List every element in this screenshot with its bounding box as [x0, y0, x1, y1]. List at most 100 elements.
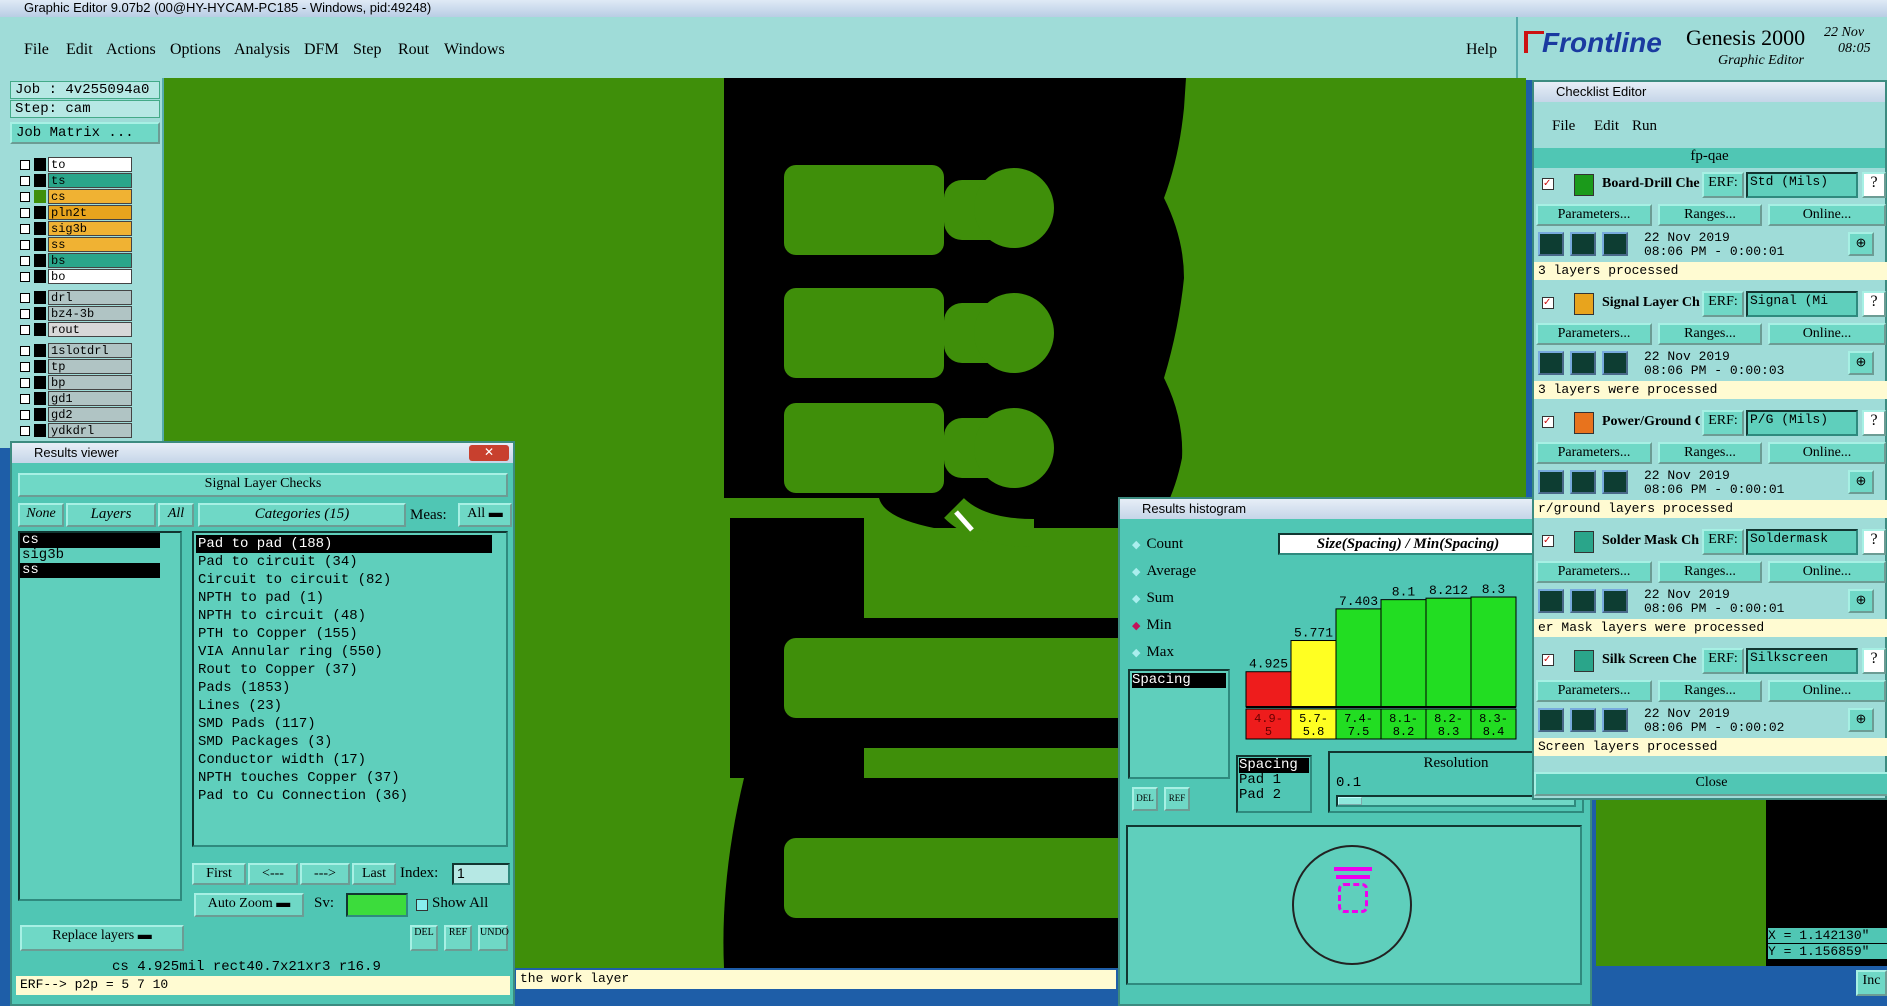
- layer-row[interactable]: gd1: [16, 391, 132, 406]
- layer-result-item[interactable]: sig3b: [20, 548, 160, 563]
- run-all-icon[interactable]: [1602, 351, 1628, 375]
- categories-tab[interactable]: Categories (15): [198, 503, 406, 527]
- layer-row[interactable]: drl: [16, 290, 132, 305]
- layer-name[interactable]: pln2t: [48, 205, 132, 220]
- layer-name[interactable]: sig3b: [48, 221, 132, 236]
- layer-name[interactable]: rout: [48, 322, 132, 337]
- layer-checkbox[interactable]: [20, 378, 30, 388]
- category-list[interactable]: Pad to pad (188) Pad to circuit (34) Circu…: [192, 531, 508, 847]
- run-icon[interactable]: [1538, 589, 1564, 613]
- measure-list[interactable]: Spacing: [1128, 669, 1230, 779]
- category-item[interactable]: NPTH to pad (1): [196, 589, 492, 607]
- category-item[interactable]: Pad to pad (188): [196, 535, 492, 553]
- layer-row[interactable]: 1slotdrl: [16, 343, 132, 358]
- layer-row[interactable]: tp: [16, 359, 132, 374]
- layer-name[interactable]: bp: [48, 375, 132, 390]
- last-button[interactable]: Last: [352, 863, 396, 885]
- layer-name[interactable]: tp: [48, 359, 132, 374]
- job-matrix-button[interactable]: Job Matrix ...: [10, 122, 160, 144]
- cl-menu-run[interactable]: Run: [1632, 118, 1657, 135]
- select-all-button[interactable]: All: [158, 503, 194, 527]
- menu-help[interactable]: Help: [1466, 41, 1497, 59]
- run-selected-icon[interactable]: [1570, 589, 1596, 613]
- histogram-bar[interactable]: [1380, 599, 1427, 708]
- histogram-bar[interactable]: [1425, 597, 1472, 708]
- menu-actions[interactable]: Actions: [106, 41, 156, 59]
- close-icon[interactable]: ✕: [469, 445, 509, 461]
- layer-checkbox[interactable]: [20, 346, 30, 356]
- option-sum[interactable]: ◆ Sum: [1132, 589, 1174, 607]
- erf-field[interactable]: Silkscreen: [1746, 648, 1858, 674]
- parameters-button[interactable]: Parameters...: [1536, 323, 1652, 345]
- ranges-button[interactable]: Ranges...: [1658, 204, 1762, 226]
- layer-checkbox[interactable]: [20, 240, 30, 250]
- run-all-icon[interactable]: [1602, 470, 1628, 494]
- layer-row[interactable]: ss: [16, 237, 132, 252]
- select-none-button[interactable]: None: [18, 503, 64, 527]
- layer-row[interactable]: bo: [16, 269, 132, 284]
- menu-file[interactable]: File: [24, 41, 49, 59]
- zoom-icon[interactable]: ⊕: [1848, 470, 1874, 494]
- replace-layers-dropdown[interactable]: Replace layers ▬: [20, 925, 184, 951]
- action-name[interactable]: Power/Ground C: [1602, 414, 1700, 430]
- ranges-button[interactable]: Ranges...: [1658, 442, 1762, 464]
- parameters-button[interactable]: Parameters...: [1536, 442, 1652, 464]
- run-icon[interactable]: [1538, 232, 1564, 256]
- layer-name[interactable]: 1slotdrl: [48, 343, 132, 358]
- layer-results-list[interactable]: cs sig3b ss: [18, 531, 182, 901]
- meas-dropdown[interactable]: All ▬: [458, 503, 512, 527]
- action-name[interactable]: Solder Mask Ch: [1602, 533, 1700, 549]
- layer-result-item[interactable]: cs: [20, 533, 160, 548]
- option-count[interactable]: ◆ Count: [1132, 535, 1183, 553]
- layer-checkbox[interactable]: [20, 160, 30, 170]
- category-item[interactable]: NPTH to circuit (48): [196, 607, 492, 625]
- action-checkbox[interactable]: ✓: [1542, 535, 1554, 547]
- layer-row[interactable]: ts: [16, 173, 132, 188]
- online-button[interactable]: Online...: [1768, 323, 1886, 345]
- prev-button[interactable]: <---: [248, 863, 298, 885]
- menu-analysis[interactable]: Analysis: [234, 41, 290, 59]
- run-all-icon[interactable]: [1602, 589, 1628, 613]
- online-button[interactable]: Online...: [1768, 561, 1886, 583]
- ranges-button[interactable]: Ranges...: [1658, 323, 1762, 345]
- show-all-checkbox[interactable]: [416, 899, 428, 911]
- help-icon[interactable]: ?: [1862, 291, 1886, 317]
- layer-row[interactable]: bs: [16, 253, 132, 268]
- layer-name[interactable]: bo: [48, 269, 132, 284]
- layer-name[interactable]: ss: [48, 237, 132, 252]
- ranges-button[interactable]: Ranges...: [1658, 561, 1762, 583]
- run-icon[interactable]: [1538, 351, 1564, 375]
- run-icon[interactable]: [1538, 708, 1564, 732]
- layer-row[interactable]: bp: [16, 375, 132, 390]
- category-item[interactable]: PTH to Copper (155): [196, 625, 492, 643]
- online-button[interactable]: Online...: [1768, 204, 1886, 226]
- resolution-slider-thumb[interactable]: [1338, 797, 1362, 805]
- layer-row[interactable]: sig3b: [16, 221, 132, 236]
- selection-item[interactable]: Pad 2: [1239, 788, 1309, 803]
- index-input[interactable]: 1: [452, 863, 510, 885]
- next-button[interactable]: --->: [300, 863, 350, 885]
- action-checkbox[interactable]: ✓: [1542, 178, 1554, 190]
- layer-row[interactable]: pln2t: [16, 205, 132, 220]
- layer-checkbox[interactable]: [20, 309, 30, 319]
- erf-field[interactable]: Signal (Mi: [1746, 291, 1858, 317]
- sv-color-dropdown[interactable]: [346, 893, 408, 917]
- category-item[interactable]: Lines (23): [196, 697, 492, 715]
- hist-ref-button[interactable]: REF: [1164, 787, 1190, 811]
- ranges-button[interactable]: Ranges...: [1658, 680, 1762, 702]
- run-selected-icon[interactable]: [1570, 351, 1596, 375]
- run-icon[interactable]: [1538, 470, 1564, 494]
- layer-checkbox[interactable]: [20, 362, 30, 372]
- erf-field[interactable]: Std (Mils): [1746, 172, 1858, 198]
- layer-name[interactable]: bs: [48, 253, 132, 268]
- category-item[interactable]: Rout to Copper (37): [196, 661, 492, 679]
- layer-name[interactable]: ydkdrl: [48, 423, 132, 438]
- action-name[interactable]: Silk Screen Che: [1602, 652, 1700, 668]
- layer-checkbox[interactable]: [20, 224, 30, 234]
- layer-name[interactable]: gd2: [48, 407, 132, 422]
- layer-row[interactable]: cs: [16, 189, 132, 204]
- option-average[interactable]: ◆ Average: [1132, 562, 1196, 580]
- run-selected-icon[interactable]: [1570, 708, 1596, 732]
- layer-checkbox[interactable]: [20, 192, 30, 202]
- menu-options[interactable]: Options: [170, 41, 221, 59]
